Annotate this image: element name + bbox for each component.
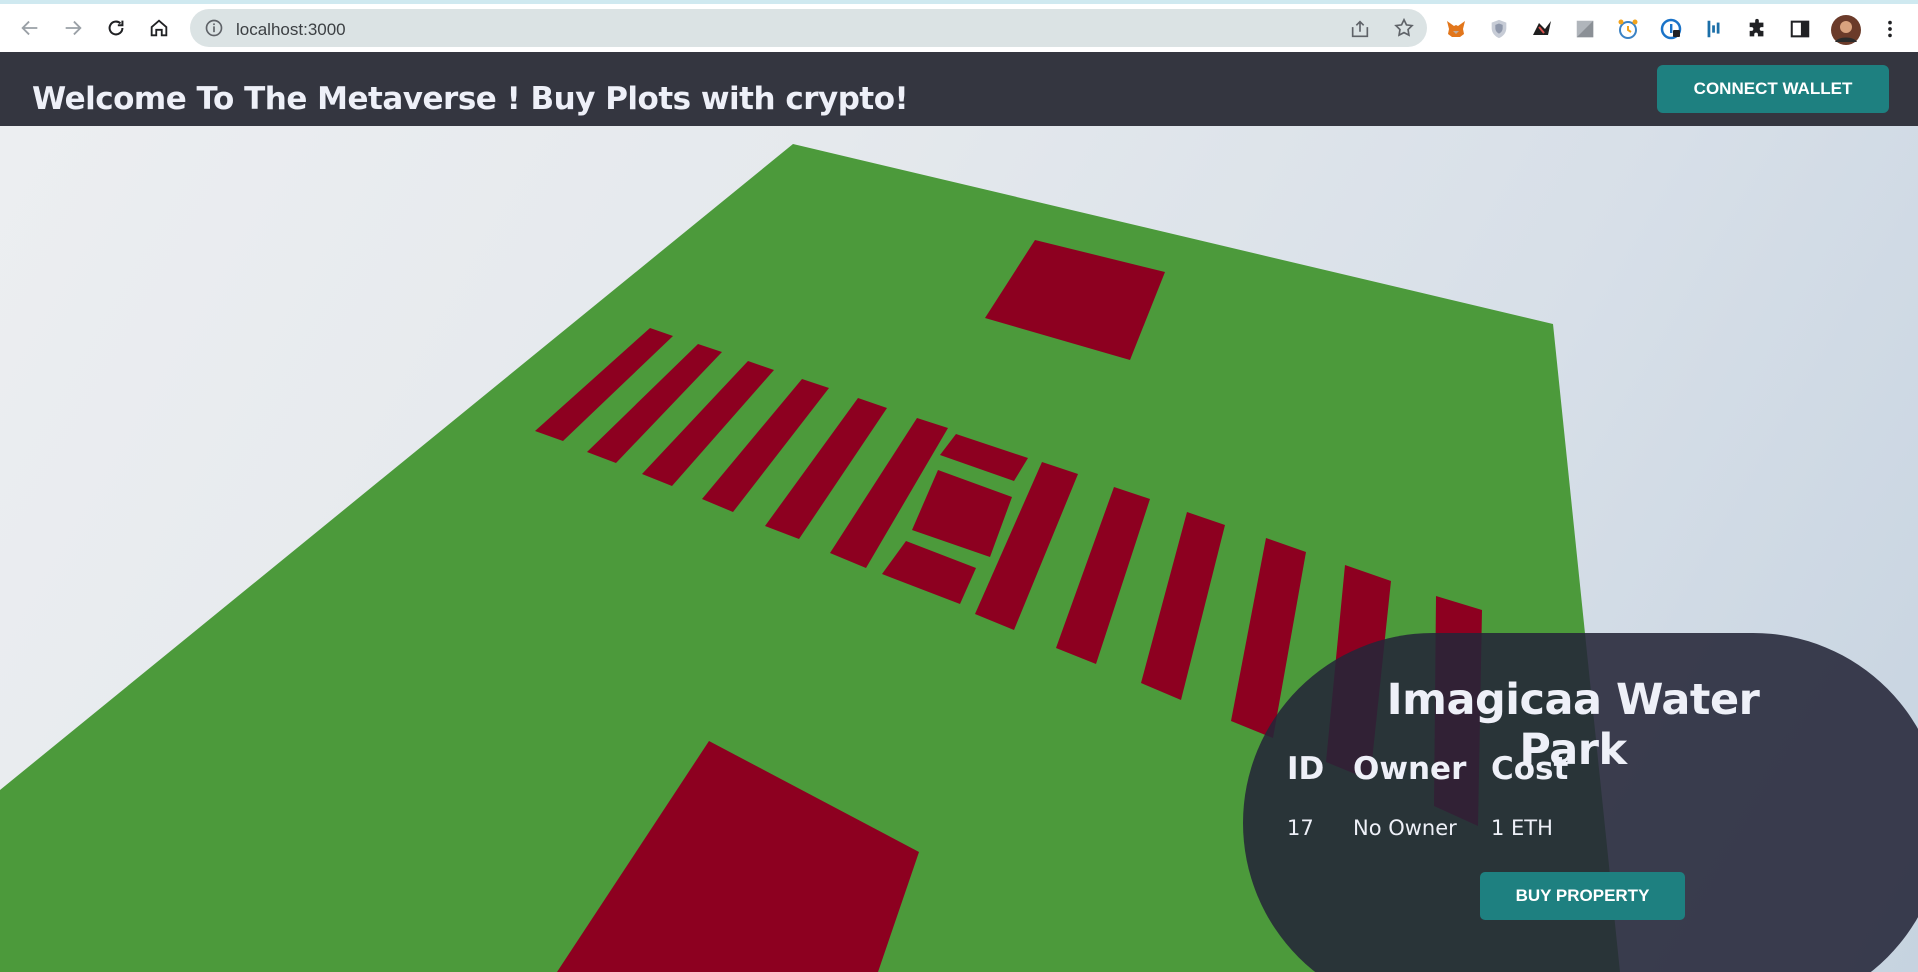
password-lock-extension-icon[interactable]: [1659, 17, 1683, 41]
buy-property-button[interactable]: BUY PROPERTY: [1480, 872, 1685, 920]
page-title: Welcome To The Metaverse ! Buy Plots wit…: [32, 81, 909, 117]
browser-toolbar: localhost:3000: [0, 0, 1918, 52]
owner-column-header: Owner: [1353, 751, 1467, 787]
property-info-panel: Imagicaa Water Park ID Owner Cost 17 No …: [1243, 633, 1918, 972]
back-button[interactable]: [14, 12, 46, 44]
cost-column-header: Cost: [1491, 751, 1569, 787]
square-extension-icon[interactable]: [1573, 17, 1597, 41]
property-owner-value: No Owner: [1353, 816, 1457, 840]
arrow-left-icon: [21, 20, 38, 36]
property-id-value: 17: [1287, 816, 1314, 840]
address-bar[interactable]: localhost:3000: [190, 9, 1427, 47]
forward-button[interactable]: [57, 12, 89, 44]
info-icon[interactable]: [204, 18, 224, 38]
url-text[interactable]: localhost:3000: [236, 20, 346, 40]
fox-extension-icon[interactable]: [1530, 17, 1554, 41]
more-menu-icon[interactable]: [1878, 17, 1902, 41]
side-panel-icon[interactable]: [1788, 17, 1812, 41]
profile-avatar[interactable]: [1831, 15, 1861, 45]
alarm-clock-extension-icon[interactable]: [1616, 17, 1640, 41]
arrow-right-icon: [65, 20, 82, 36]
home-icon: [150, 19, 168, 37]
app-header: Welcome To The Metaverse ! Buy Plots wit…: [0, 52, 1918, 126]
bars-extension-icon[interactable]: [1702, 17, 1726, 41]
connect-wallet-button[interactable]: CONNECT WALLET: [1657, 65, 1889, 113]
id-column-header: ID: [1287, 751, 1325, 787]
star-icon[interactable]: [1393, 17, 1415, 39]
metamask-extension-icon[interactable]: [1444, 17, 1468, 41]
home-button[interactable]: [143, 12, 175, 44]
shield-extension-icon[interactable]: [1487, 17, 1511, 41]
reload-icon: [108, 20, 124, 36]
reload-button[interactable]: [100, 12, 132, 44]
share-icon[interactable]: [1349, 18, 1371, 40]
property-cost-value: 1 ETH: [1491, 816, 1553, 840]
puzzle-extensions-icon[interactable]: [1745, 17, 1769, 41]
